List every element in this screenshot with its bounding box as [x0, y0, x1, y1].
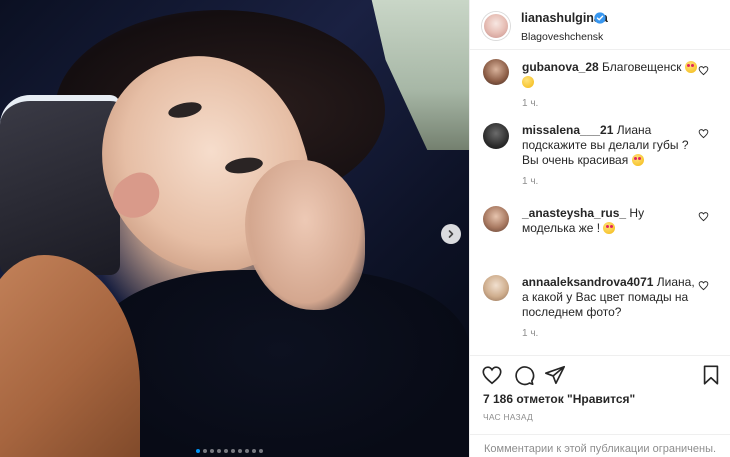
- heart-icon[interactable]: [698, 128, 709, 139]
- carousel-dot[interactable]: [196, 449, 200, 453]
- post-location[interactable]: Blagoveshchensk: [521, 31, 603, 43]
- post-header: lianashulginaa Blagoveshchensk: [470, 0, 730, 50]
- comment-icon[interactable]: [513, 364, 535, 386]
- comment-username[interactable]: annaaleksandrova4071: [522, 275, 653, 289]
- photo-car-seat: [0, 95, 120, 275]
- comment-time: 1 ч.: [522, 328, 539, 339]
- photo-jacket: [0, 255, 140, 457]
- emoji-icon: [603, 222, 616, 234]
- comment-body: Благовещенск: [602, 60, 682, 74]
- post-photo: [0, 0, 469, 457]
- comments-list: gubanova_28 Благовещенск 1 ч. missalena_…: [470, 50, 730, 355]
- verified-icon: [594, 12, 606, 24]
- emoji-icon: [522, 76, 534, 88]
- comment-text: gubanova_28 Благовещенск: [522, 60, 698, 90]
- comments-closed-text: Комментарии к этой публикации ограничены…: [484, 443, 717, 455]
- carousel-next-button[interactable]: [441, 224, 461, 244]
- comment-username[interactable]: gubanova_28: [522, 60, 599, 74]
- carousel-dot[interactable]: [224, 449, 228, 453]
- comment-avatar[interactable]: [483, 275, 509, 301]
- comment-text: annaaleksandrova4071 Лиана, а какой у Ва…: [522, 275, 698, 320]
- likes-count[interactable]: 7 186 отметок "Нравится": [483, 392, 635, 406]
- carousel-dot[interactable]: [245, 449, 249, 453]
- comment-text: _anasteysha_rus_ Ну моделька же !: [522, 206, 698, 236]
- carousel-dots: [196, 449, 263, 453]
- comment-time: 1 ч.: [522, 98, 539, 109]
- comment-item: gubanova_28 Благовещенск 1 ч.: [470, 55, 730, 120]
- heart-icon[interactable]: [698, 280, 709, 291]
- carousel-dot[interactable]: [238, 449, 242, 453]
- emoji-icon: [631, 154, 644, 166]
- emoji-icon: [684, 61, 697, 73]
- post-actions: 7 186 отметок "Нравится" ЧАС НАЗАД Комме…: [470, 355, 730, 455]
- comment-item: _anasteysha_rus_ Ну моделька же !: [470, 203, 730, 268]
- comment-avatar[interactable]: [483, 59, 509, 85]
- heart-icon[interactable]: [698, 211, 709, 222]
- post-time[interactable]: ЧАС НАЗАД: [483, 412, 533, 422]
- carousel-dot[interactable]: [259, 449, 263, 453]
- share-icon[interactable]: [544, 364, 566, 386]
- carousel-dot[interactable]: [217, 449, 221, 453]
- comment-avatar[interactable]: [483, 206, 509, 232]
- comment-item: annaaleksandrova4071 Лиана, а какой у Ва…: [470, 272, 730, 355]
- comment-time: 1 ч.: [522, 176, 539, 187]
- carousel-dot[interactable]: [252, 449, 256, 453]
- comment-username[interactable]: missalena___21: [522, 123, 613, 137]
- post-panel: lianashulginaa Blagoveshchensk gubanova_…: [469, 0, 730, 457]
- author-avatar[interactable]: [482, 12, 510, 40]
- bookmark-icon[interactable]: [700, 364, 722, 386]
- carousel-dot[interactable]: [210, 449, 214, 453]
- comment-username[interactable]: _anasteysha_rus_: [522, 206, 626, 220]
- heart-icon[interactable]: [698, 65, 709, 76]
- carousel-dot[interactable]: [231, 449, 235, 453]
- heart-icon[interactable]: [481, 364, 503, 386]
- carousel-dot[interactable]: [203, 449, 207, 453]
- comment-text: missalena___21 Лиана подскажите вы делал…: [522, 123, 698, 168]
- chevron-right-icon: [448, 230, 454, 238]
- comment-item: missalena___21 Лиана подскажите вы делал…: [470, 120, 730, 205]
- comments-closed-notice: Комментарии к этой публикации ограничены…: [470, 434, 730, 457]
- comment-avatar[interactable]: [483, 123, 509, 149]
